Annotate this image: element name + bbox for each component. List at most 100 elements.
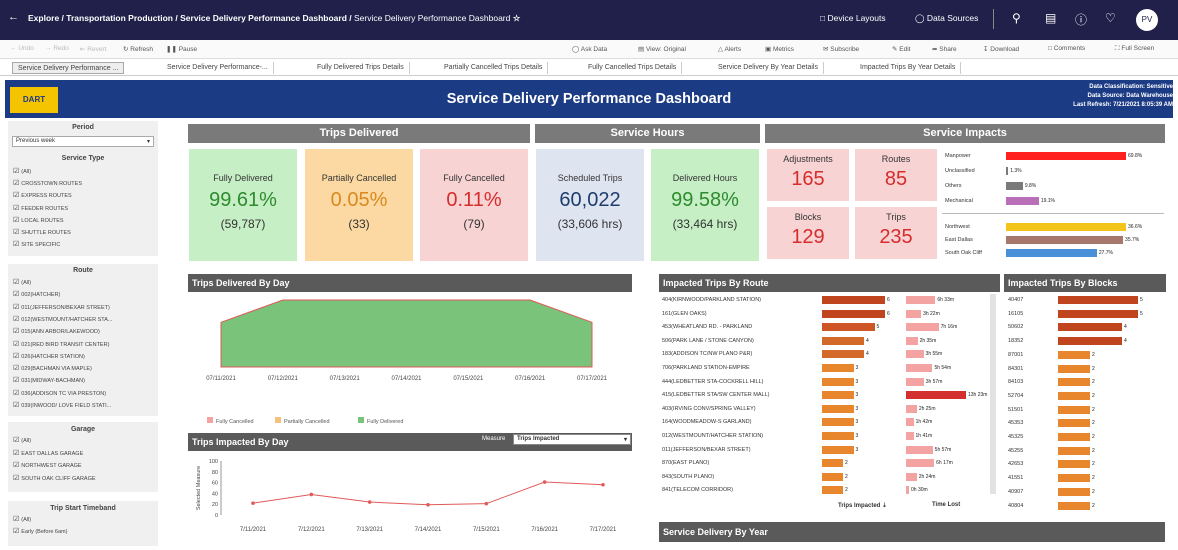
block-label[interactable]: 18352 bbox=[1008, 338, 1023, 344]
filter-option[interactable]: 015(ANN ARBOR/LAKEWOOD) bbox=[13, 327, 100, 335]
block-trips-bar[interactable] bbox=[1058, 378, 1090, 387]
block-label[interactable]: 42653 bbox=[1008, 461, 1023, 467]
filter-option[interactable]: 002(HATCHER) bbox=[13, 290, 60, 298]
tab-impacted-trips-by-year[interactable]: Impacted Trips By Year Details bbox=[855, 62, 962, 74]
share-button[interactable]: ➦ Share bbox=[932, 45, 957, 53]
trips-bar[interactable] bbox=[822, 377, 854, 386]
comments-button[interactable]: □ Comments bbox=[1048, 45, 1085, 52]
measure-select[interactable]: Trips Impacted ▾ bbox=[513, 434, 631, 445]
block-label[interactable]: 40907 bbox=[1008, 489, 1023, 495]
legend-label[interactable]: Fully Delivered bbox=[367, 419, 403, 425]
avatar[interactable]: PV bbox=[1136, 9, 1158, 31]
trips-bar[interactable] bbox=[822, 404, 854, 413]
metrics-button[interactable]: ▣ Metrics bbox=[765, 45, 794, 53]
time-lost-bar[interactable] bbox=[906, 350, 924, 359]
route-label[interactable]: 841(TELECOM CORRIDOR) bbox=[662, 487, 733, 493]
trips-bar[interactable] bbox=[822, 486, 843, 495]
block-trips-bar[interactable] bbox=[1058, 405, 1090, 414]
tab-service-delivery-performance-2[interactable]: Service Delivery Performance-... bbox=[162, 62, 274, 74]
help-icon[interactable]: ⓘ bbox=[1075, 11, 1087, 28]
data-point[interactable] bbox=[542, 480, 547, 484]
time-lost-bar[interactable] bbox=[906, 418, 914, 427]
breadcrumb-workbook[interactable]: Service Delivery Performance Dashboard bbox=[180, 13, 347, 23]
block-label[interactable]: 52704 bbox=[1008, 393, 1023, 399]
trips-bar[interactable] bbox=[822, 418, 854, 427]
ask-data-button[interactable]: ◯ Ask Data bbox=[572, 45, 607, 53]
trips-bar[interactable] bbox=[822, 350, 864, 359]
time-lost-bar[interactable] bbox=[906, 309, 922, 318]
breadcrumb-explore[interactable]: Explore bbox=[28, 13, 59, 23]
filter-option[interactable]: 026(HATCHER STATION) bbox=[13, 352, 85, 360]
device-layouts-button[interactable]: □ Device Layouts bbox=[820, 13, 886, 23]
trips-impacted-column-header[interactable]: Trips Impacted ⇣ bbox=[838, 502, 887, 509]
time-lost-column-header[interactable]: Time Lost bbox=[932, 502, 960, 508]
route-label[interactable]: 870(EAST PLANO) bbox=[662, 460, 709, 466]
block-trips-bar[interactable] bbox=[1058, 501, 1090, 510]
block-trips-bar[interactable] bbox=[1058, 337, 1122, 346]
block-label[interactable]: 84301 bbox=[1008, 366, 1023, 372]
block-trips-bar[interactable] bbox=[1058, 350, 1090, 359]
data-sources-button[interactable]: ◯ Data Sources bbox=[915, 13, 978, 24]
full-screen-button[interactable]: ⛶ Full Screen bbox=[1115, 45, 1154, 53]
block-label[interactable]: 50602 bbox=[1008, 324, 1023, 330]
filter-option[interactable]: CROSSTOWN ROUTES bbox=[13, 179, 82, 187]
filter-option[interactable]: 039(INWOOD/ LOVE FIELD STATI... bbox=[13, 401, 111, 409]
tab-fully-delivered-trips[interactable]: Fully Delivered Trips Details bbox=[312, 62, 410, 74]
route-label[interactable]: 506(PARK LANE / STONE CANYON) bbox=[662, 338, 754, 344]
block-trips-bar[interactable] bbox=[1058, 474, 1090, 483]
route-label[interactable]: 843(SOUTH PLANO) bbox=[662, 474, 714, 480]
filter-option[interactable]: SITE SPECIFIC bbox=[13, 240, 60, 248]
data-point[interactable] bbox=[426, 502, 430, 507]
filter-option[interactable]: 029(BACHMAN VIA MAPLE) bbox=[13, 364, 92, 372]
route-label[interactable]: 444(LEDBETTER STA-COCKRELL HILL) bbox=[662, 379, 763, 385]
favorite-star-icon[interactable]: ☆ bbox=[513, 13, 521, 23]
block-label[interactable]: 87001 bbox=[1008, 352, 1023, 358]
period-select[interactable]: Previous week ▾ bbox=[12, 136, 154, 147]
block-trips-bar[interactable] bbox=[1058, 323, 1122, 332]
tab-service-delivery-performance[interactable]: Service Delivery Performance ... bbox=[12, 62, 125, 74]
trips-bar[interactable] bbox=[822, 323, 875, 332]
trips-bar[interactable] bbox=[822, 472, 843, 481]
time-lost-bar[interactable] bbox=[906, 391, 966, 400]
time-lost-bar[interactable] bbox=[906, 323, 939, 332]
time-lost-bar[interactable] bbox=[906, 486, 909, 495]
legend-label[interactable]: Fully Cancelled bbox=[216, 419, 254, 425]
pause-button[interactable]: ❚❚ Pause bbox=[166, 45, 197, 53]
tab-partially-cancelled-trips[interactable]: Partially Cancelled Trips Details bbox=[439, 62, 549, 74]
refresh-button[interactable]: ↻ Refresh bbox=[123, 45, 153, 53]
block-trips-bar[interactable] bbox=[1058, 487, 1090, 496]
filter-option[interactable]: (All) bbox=[13, 167, 31, 175]
block-label[interactable]: 84103 bbox=[1008, 379, 1023, 385]
trips-bar[interactable] bbox=[822, 296, 885, 304]
bell-icon[interactable]: ♡ bbox=[1105, 11, 1116, 25]
block-trips-bar[interactable] bbox=[1058, 364, 1090, 373]
alerts-button[interactable]: △ Alerts bbox=[718, 45, 741, 53]
view-original-button[interactable]: ▤ View: Original bbox=[638, 45, 686, 53]
data-point[interactable] bbox=[251, 501, 255, 505]
filter-option[interactable]: (All) bbox=[13, 278, 31, 286]
block-trips-bar[interactable] bbox=[1058, 446, 1090, 455]
block-label[interactable]: 41551 bbox=[1008, 475, 1023, 481]
time-lost-bar[interactable] bbox=[906, 432, 914, 440]
block-trips-bar[interactable] bbox=[1058, 391, 1090, 400]
filter-option[interactable]: 021(RED BIRD TRANSIT CENTER) bbox=[13, 340, 109, 348]
route-label[interactable]: 161(GLEN OAKS) bbox=[662, 311, 707, 317]
filter-option[interactable]: SOUTH OAK CLIFF GARAGE bbox=[13, 474, 95, 482]
filter-option[interactable]: NORTHWEST GARAGE bbox=[13, 461, 81, 469]
trips-bar[interactable] bbox=[822, 364, 854, 372]
tab-fully-cancelled-trips[interactable]: Fully Cancelled Trips Details bbox=[583, 62, 683, 74]
filter-option[interactable]: 031(MIDWAY-BACHMAN) bbox=[13, 376, 85, 384]
time-lost-bar[interactable] bbox=[906, 472, 917, 481]
search-icon[interactable]: ⚲ bbox=[1012, 11, 1021, 25]
block-trips-bar[interactable] bbox=[1058, 309, 1138, 318]
filter-option[interactable]: SHUTTLE ROUTES bbox=[13, 228, 71, 236]
filter-option[interactable]: 036(ADDISON TC VIA PRESTON) bbox=[13, 389, 106, 397]
filter-option[interactable]: FEEDER ROUTES bbox=[13, 204, 68, 212]
time-lost-bar[interactable] bbox=[906, 404, 917, 413]
revert-button[interactable]: ⇤ Revert bbox=[80, 45, 106, 53]
redo-button[interactable]: → Redo bbox=[45, 45, 69, 52]
block-label[interactable]: 16105 bbox=[1008, 311, 1023, 317]
route-label[interactable]: 415(LEDBETTER STA/SW CENTER MALL) bbox=[662, 392, 769, 398]
route-label[interactable]: 404(KIRNWOOD/PARKLAND STATION) bbox=[662, 297, 761, 303]
route-label[interactable]: 453(WHEATLAND RD. - PARKLAND bbox=[662, 324, 752, 330]
